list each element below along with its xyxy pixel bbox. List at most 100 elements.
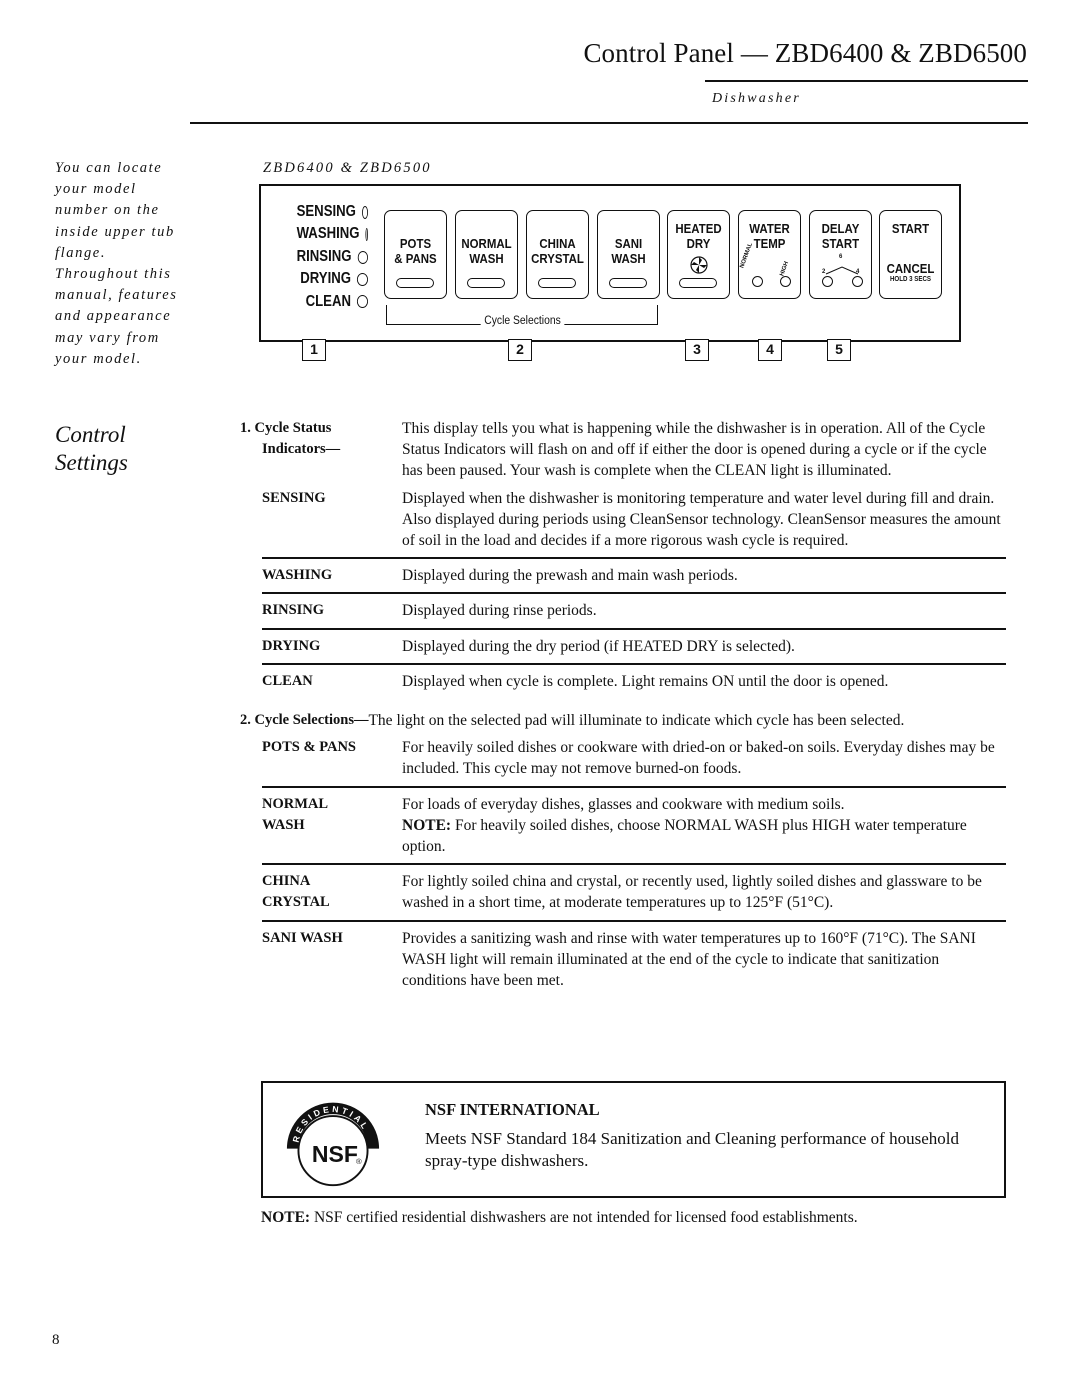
pad-light-icon — [538, 278, 576, 288]
callout-2: 2 — [508, 339, 532, 361]
item-term: 2. Cycle Selections— — [240, 712, 369, 729]
pad-label: WASH — [611, 251, 646, 266]
high-led-icon — [780, 276, 791, 287]
sidenote-line: inside upper tub — [55, 223, 175, 240]
pad-label: HOLD 3 SECS — [889, 276, 932, 283]
sub-item: CLEAN Displayed when cycle is complete. … — [262, 672, 889, 690]
cycle-selections-label: Cycle Selections — [480, 315, 565, 327]
nsf-logo-icon: RESIDENTIAL NSF ® — [286, 1102, 380, 1187]
sidenote-line: your model. — [55, 350, 142, 367]
pad-label: NORMAL — [461, 236, 512, 251]
pad-china-crystal[interactable]: CHINA CRYSTAL — [526, 210, 589, 299]
pad-normal-wash[interactable]: NORMAL WASH — [455, 210, 518, 299]
pad-pots-pans[interactable]: POTS & PANS — [384, 210, 447, 299]
option-label: 4 — [856, 269, 860, 275]
pad-delay-start[interactable]: DELAY START 6 2 4 — [809, 210, 872, 299]
section-title-line: Settings — [55, 450, 128, 475]
pad-sani-wash[interactable]: SANI WASH — [597, 210, 660, 299]
sub-item: SENSING Displayed when the dishwasher is… — [262, 489, 1001, 550]
status-label: CLEAN — [305, 292, 351, 310]
pad-heated-dry[interactable]: HEATED DRY — [667, 210, 730, 299]
section-title: Control Settings — [55, 421, 128, 477]
pad-label: CRYSTAL — [531, 251, 584, 266]
registered-mark: ® — [356, 1157, 362, 1166]
nsf-heading: NSF INTERNATIONAL — [425, 1100, 600, 1119]
led-icon — [365, 228, 368, 242]
page-number: 8 — [52, 1332, 60, 1348]
nsf-note: NOTE: NSF certified residential dishwash… — [261, 1209, 858, 1226]
pad-label: & PANS — [394, 251, 437, 266]
pad-label: DRY — [686, 236, 711, 251]
pad-label: START — [821, 236, 860, 251]
header-divider — [190, 122, 1028, 124]
callout-4: 4 — [758, 339, 782, 361]
status-indicator: RINSING — [297, 246, 368, 268]
sidenote-line: may vary from — [55, 329, 160, 346]
sub-item: SANI WASH Provides a sanitizing wash and… — [262, 929, 976, 990]
pad-label: POTS — [399, 236, 432, 251]
delay-led-icon — [822, 276, 833, 287]
sub-item: WASHING Displayed during the prewash and… — [262, 567, 738, 585]
status-indicator: WASHING — [297, 223, 368, 245]
section-title-line: Control — [55, 422, 126, 447]
callout-3: 3 — [685, 339, 709, 361]
pad-light-icon — [679, 278, 717, 288]
status-indicator: SENSING — [297, 201, 368, 223]
item-cycle-status: 1. Cycle Status Indicators— This display… — [240, 418, 1006, 482]
callout-1: 1 — [302, 339, 326, 361]
led-icon — [361, 205, 368, 219]
sidenote-line: You can locate — [55, 160, 163, 176]
normal-led-icon — [752, 276, 763, 287]
header-rule — [705, 80, 1028, 82]
sidenote-line: number on the — [55, 202, 160, 219]
pad-light-icon — [609, 278, 647, 288]
sub-item: RINSING Displayed during rinse periods. — [262, 602, 597, 620]
sidenote-line: Throughout this — [55, 266, 172, 283]
delay-led-icon — [852, 276, 863, 287]
status-label: WASHING — [296, 225, 360, 243]
sub-item: DRYING Displayed during the dry period (… — [262, 637, 795, 655]
status-label: SENSING — [296, 203, 356, 220]
nsf-logo-text: NSF — [312, 1141, 358, 1167]
pad-label: WASH — [469, 251, 504, 266]
nsf-text: Meets NSF Standard 184 Sanitization and … — [425, 1129, 959, 1170]
pad-label: DELAY — [821, 221, 860, 236]
led-icon — [356, 272, 368, 286]
option-label: 6 — [839, 254, 843, 260]
status-indicator: CLEAN — [297, 291, 368, 313]
sub-item: NORMAL WASH For loads of everyday dishes… — [262, 795, 967, 856]
item-desc: The light on the selected pad will illum… — [368, 712, 905, 730]
pad-light-icon — [467, 278, 505, 288]
sidenote: You can locate your model number on the … — [55, 158, 205, 370]
led-icon — [356, 295, 368, 309]
item-term: 1. Cycle Status Indicators— — [240, 420, 341, 458]
sub-item: POTS & PANS For heavily soiled dishes or… — [262, 739, 995, 778]
sidenote-line: and appearance — [55, 308, 172, 325]
callout-5: 5 — [827, 339, 851, 361]
section-label: Dishwasher — [712, 91, 801, 106]
sidenote-line: flange. — [55, 244, 107, 261]
item-desc: This display tells you what is happening… — [402, 420, 987, 480]
control-settings-content: 1. Cycle Status Indicators— This display… — [240, 418, 1006, 997]
pad-start-cancel[interactable]: START CANCEL HOLD 3 SECS — [879, 210, 942, 299]
sub-item: CHINA CRYSTAL For lightly soiled china a… — [262, 873, 982, 912]
pad-label: SANI — [614, 236, 643, 251]
led-icon — [357, 250, 368, 264]
pad-label: WATER — [749, 221, 790, 236]
sidenote-line: your model — [55, 181, 137, 198]
status-indicators: SENSING WASHING RINSING DRYING CLEAN — [297, 201, 368, 313]
pad-label: CHINA — [539, 236, 576, 251]
item-cycle-selections: 2. Cycle Selections— The light on the se… — [240, 710, 1006, 731]
option-label: HIGH — [779, 260, 791, 277]
pad-label: START — [891, 221, 930, 236]
option-label: 2 — [822, 269, 826, 275]
pad-light-icon — [396, 278, 434, 288]
pad-label: CANCEL — [886, 261, 935, 276]
sidenote-line: manual, features — [55, 287, 178, 304]
status-indicator: DRYING — [297, 268, 368, 290]
status-label: DRYING — [300, 270, 351, 288]
option-label: NORMAL — [739, 242, 755, 269]
model-label: ZBD6400 & ZBD6500 — [263, 160, 432, 176]
nsf-box: RESIDENTIAL NSF ® NSF INTERNATIONAL Meet… — [261, 1081, 1006, 1198]
pad-water-temp[interactable]: WATER TEMP NORMAL HIGH — [738, 210, 801, 299]
